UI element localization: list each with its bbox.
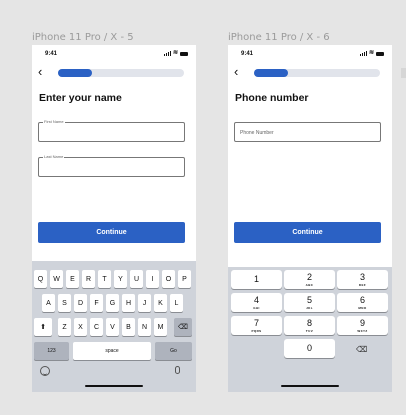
home-indicator bbox=[85, 385, 143, 387]
battery-icon bbox=[376, 51, 384, 56]
key-w[interactable]: W bbox=[50, 270, 63, 288]
key-digit: 2 bbox=[306, 272, 312, 282]
first-name-input[interactable] bbox=[44, 127, 174, 133]
key-m[interactable]: M bbox=[154, 318, 167, 336]
page-title: Phone number bbox=[235, 92, 309, 104]
key-j[interactable]: J bbox=[138, 294, 151, 312]
key-letters: PQRS bbox=[251, 329, 262, 333]
key-a[interactable]: A bbox=[42, 294, 55, 312]
key-digit: 4 bbox=[253, 295, 259, 305]
key-digit: 3 bbox=[359, 272, 365, 282]
key-letters: DEF bbox=[358, 283, 367, 287]
key-s[interactable]: S bbox=[58, 294, 71, 312]
back-button[interactable]: ‹ bbox=[38, 65, 42, 79]
key-digit: 1 bbox=[253, 274, 259, 284]
wifi-icon: ≋ bbox=[172, 50, 178, 56]
battery-icon bbox=[180, 51, 188, 56]
phone-number-field[interactable] bbox=[234, 122, 381, 142]
first-name-field[interactable]: First Name bbox=[38, 119, 185, 142]
key-letters: WXYZ bbox=[357, 329, 368, 333]
key-letters: TUV bbox=[305, 329, 314, 333]
key-4[interactable]: 4 GHI bbox=[231, 293, 282, 312]
key-k[interactable]: K bbox=[154, 294, 167, 312]
key-digit: 9 bbox=[359, 318, 365, 328]
delete-key[interactable]: ⌫ bbox=[174, 318, 192, 336]
next-frame-edge bbox=[401, 68, 406, 78]
key-g[interactable]: G bbox=[106, 294, 119, 312]
home-indicator bbox=[281, 385, 339, 387]
progress-bar bbox=[254, 69, 380, 77]
status-bar: 9:41 ≋ bbox=[32, 50, 196, 60]
frame-label: iPhone 11 Pro / X - 6 bbox=[228, 32, 330, 43]
key-c[interactable]: C bbox=[90, 318, 103, 336]
key-5[interactable]: 5 JKL bbox=[284, 293, 335, 312]
key-q[interactable]: Q bbox=[34, 270, 47, 288]
key-t[interactable]: T bbox=[98, 270, 111, 288]
key-digit: 7 bbox=[253, 318, 259, 328]
qwerty-keyboard: Q W E R T Y U I O P A S D F G H J K L ⬆ … bbox=[32, 261, 196, 392]
last-name-field[interactable]: Last Name bbox=[38, 154, 185, 177]
frame-label: iPhone 11 Pro / X - 5 bbox=[32, 32, 134, 43]
key-letters: JKL bbox=[306, 306, 313, 310]
key-6[interactable]: 6 MNO bbox=[337, 293, 388, 312]
key-7[interactable]: 7 PQRS bbox=[231, 316, 282, 335]
key-h[interactable]: H bbox=[122, 294, 135, 312]
key-2[interactable]: 2 ABC bbox=[284, 270, 335, 289]
wifi-icon: ≋ bbox=[368, 50, 374, 56]
status-bar: 9:41 ≋ bbox=[228, 50, 392, 60]
key-r[interactable]: R bbox=[82, 270, 95, 288]
continue-button[interactable]: Continue bbox=[38, 222, 185, 243]
last-name-input[interactable] bbox=[44, 162, 174, 168]
key-8[interactable]: 8 TUV bbox=[284, 316, 335, 335]
phone-screen: 9:41 ≋ ‹ Phone number Continue 1 2ABC 3D… bbox=[228, 45, 392, 392]
key-f[interactable]: F bbox=[90, 294, 103, 312]
space-key[interactable]: space bbox=[73, 342, 151, 360]
phone-number-input[interactable] bbox=[240, 130, 370, 136]
key-digit: 5 bbox=[306, 295, 312, 305]
key-e[interactable]: E bbox=[66, 270, 79, 288]
key-digit: 0 bbox=[306, 343, 312, 353]
key-letters: MNO bbox=[358, 306, 367, 310]
key-x[interactable]: X bbox=[74, 318, 87, 336]
microphone-icon[interactable] bbox=[175, 366, 180, 374]
first-name-label: First Name bbox=[43, 119, 65, 125]
key-0[interactable]: 0 bbox=[284, 339, 335, 358]
last-name-label: Last Name bbox=[43, 154, 65, 160]
name-screen: 9:41 ≋ ‹ Enter your name First Name Last… bbox=[32, 45, 196, 392]
key-1[interactable]: 1 bbox=[231, 270, 282, 289]
status-time: 9:41 bbox=[45, 51, 58, 57]
key-z[interactable]: Z bbox=[58, 318, 71, 336]
key-3[interactable]: 3 DEF bbox=[337, 270, 388, 289]
key-9[interactable]: 9 WXYZ bbox=[337, 316, 388, 335]
key-digit: 8 bbox=[306, 318, 312, 328]
key-d[interactable]: D bbox=[74, 294, 87, 312]
key-u[interactable]: U bbox=[130, 270, 143, 288]
key-o[interactable]: O bbox=[162, 270, 175, 288]
key-y[interactable]: Y bbox=[114, 270, 127, 288]
signal-icon bbox=[359, 51, 367, 56]
key-letters: GHI bbox=[253, 306, 260, 310]
page-title: Enter your name bbox=[39, 92, 122, 104]
key-l[interactable]: L bbox=[170, 294, 183, 312]
signal-icon bbox=[163, 51, 171, 56]
go-key[interactable]: Go bbox=[155, 342, 192, 360]
numbers-key[interactable]: 123 bbox=[34, 342, 69, 360]
emoji-icon[interactable] bbox=[40, 366, 50, 376]
key-letters: ABC bbox=[305, 283, 314, 287]
key-n[interactable]: N bbox=[138, 318, 151, 336]
key-p[interactable]: P bbox=[178, 270, 191, 288]
continue-button[interactable]: Continue bbox=[234, 222, 381, 243]
progress-bar bbox=[58, 69, 184, 77]
progress-fill bbox=[254, 69, 289, 77]
shift-key[interactable]: ⬆ bbox=[34, 318, 52, 336]
delete-key[interactable]: ⌫ bbox=[356, 345, 367, 354]
key-v[interactable]: V bbox=[106, 318, 119, 336]
progress-fill bbox=[58, 69, 93, 77]
key-i[interactable]: I bbox=[146, 270, 159, 288]
key-digit: 6 bbox=[359, 295, 365, 305]
status-time: 9:41 bbox=[241, 51, 254, 57]
back-button[interactable]: ‹ bbox=[234, 65, 238, 79]
key-b[interactable]: B bbox=[122, 318, 135, 336]
numeric-keypad: 1 2 ABC 3 DEF 4 GHI 5 JKL 6 MNO 7 PQRS 8 TUV 9W… bbox=[228, 267, 392, 392]
